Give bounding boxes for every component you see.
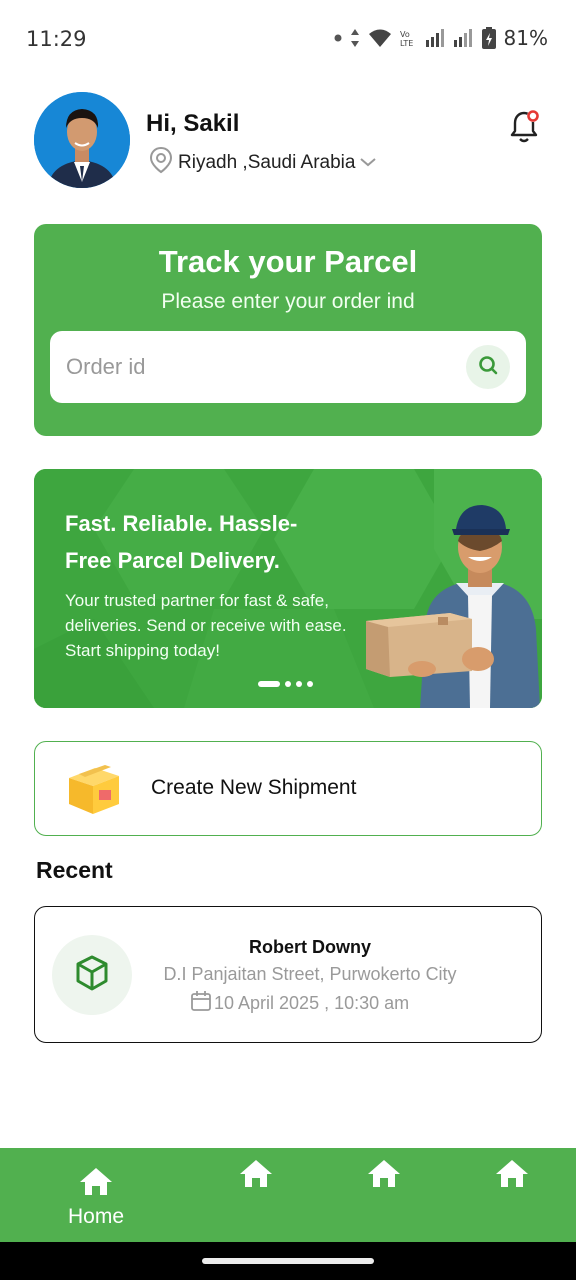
svg-text:LTE: LTE [400, 39, 413, 47]
home-icon [79, 1148, 113, 1201]
notification-bell-icon[interactable] [504, 106, 544, 146]
carousel-dot-active[interactable] [258, 681, 280, 687]
delivery-man-illustration [366, 505, 540, 708]
calendar-icon [190, 990, 212, 1017]
dot-icon [334, 34, 342, 42]
status-bar: 11:29 Vo LTE 81% [0, 0, 576, 80]
location-pin-icon [148, 146, 174, 180]
order-search-box [50, 331, 526, 403]
status-icons: Vo LTE 81% [334, 26, 548, 50]
nav-home[interactable]: Home [46, 1148, 146, 1242]
profile-header: Hi, Sakil Riyadh ,Saudi Arabia [34, 92, 544, 188]
avatar[interactable] [34, 92, 130, 188]
nav-item-2[interactable] [206, 1148, 306, 1242]
track-subtitle: Please enter your order ind [161, 290, 415, 313]
home-icon [495, 1148, 529, 1193]
track-title: Track your Parcel [158, 244, 418, 279]
banner-headline: Fast. Reliable. Hassle- Free Parcel Deli… [65, 511, 298, 573]
status-time: 11:29 [26, 27, 87, 51]
search-icon [477, 354, 499, 381]
recipient-name: Robert Downy [248, 937, 371, 957]
data-arrows-icon [350, 28, 360, 48]
battery-icon [481, 27, 496, 49]
bottom-navigation: Home [0, 1148, 576, 1242]
svg-text:Vo: Vo [400, 30, 410, 39]
promo-banner[interactable]: Fast. Reliable. Hassle- Free Parcel Deli… [34, 469, 542, 708]
shipment-date-text: 10 April 2025 , 10:30 am [214, 993, 410, 1013]
create-shipment-label: Create New Shipment [151, 776, 357, 799]
wifi-icon [368, 28, 392, 48]
location-text: Riyadh ,Saudi Arabia [178, 152, 356, 173]
greeting-text: Hi, Sakil [146, 110, 240, 137]
carousel-dot[interactable] [307, 681, 313, 687]
carousel-dot[interactable] [296, 681, 302, 687]
system-nav-bar [0, 1242, 576, 1280]
nav-home-label: Home [67, 1205, 125, 1228]
location-selector[interactable]: Riyadh ,Saudi Arabia [148, 146, 377, 180]
search-button[interactable] [466, 345, 510, 389]
volte-icon: Vo LTE [400, 29, 418, 47]
carousel-indicator [258, 681, 313, 687]
carousel-dot[interactable] [285, 681, 291, 687]
shipment-date: 10 April 2025 , 10:30 am [190, 990, 409, 1017]
recipient-address: D.I Panjaitan Street, Purwokerto City [163, 964, 457, 984]
home-icon [367, 1148, 401, 1193]
battery-level: 81% [503, 26, 548, 50]
signal-icon [453, 29, 474, 47]
create-shipment-button[interactable]: Create New Shipment [34, 741, 542, 836]
home-gesture-pill[interactable] [202, 1258, 374, 1264]
order-id-input[interactable] [66, 349, 446, 385]
chevron-down-icon [359, 152, 377, 174]
track-parcel-card: Track your Parcel Please enter your orde… [34, 224, 542, 436]
recent-section-title: Recent [36, 857, 113, 883]
package-box-icon [65, 764, 121, 821]
signal-icon [425, 29, 446, 47]
home-icon [239, 1148, 273, 1193]
nav-item-4[interactable] [462, 1148, 562, 1242]
banner-body: Your trusted partner for fast & safe, de… [65, 591, 347, 660]
nav-item-3[interactable] [334, 1148, 434, 1242]
recent-shipment-card[interactable]: Robert Downy D.I Panjaitan Street, Purwo… [34, 906, 542, 1043]
